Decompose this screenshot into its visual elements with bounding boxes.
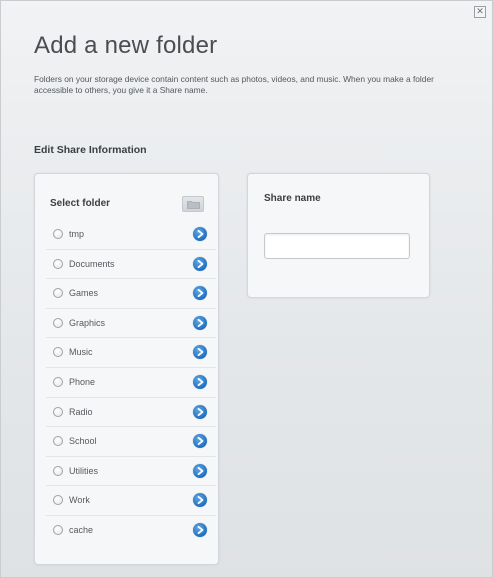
chevron-right-circle-icon[interactable] <box>193 227 207 241</box>
folder-label: Phone <box>69 376 96 387</box>
folder-row[interactable]: tmp <box>46 220 216 250</box>
dialog-description: Folders on your storage device contain c… <box>34 74 434 95</box>
chevron-right-circle-icon[interactable] <box>193 315 207 330</box>
folder-row[interactable]: Work <box>46 486 216 516</box>
chevron-right-circle-icon[interactable] <box>193 374 207 389</box>
folder-row[interactable]: Graphics <box>46 309 216 339</box>
folder-label: Radio <box>69 406 93 417</box>
folder-row[interactable]: Radio <box>46 398 216 428</box>
section-title: Edit Share Information <box>34 144 147 156</box>
folder-label: tmp <box>69 229 85 239</box>
folder-radio[interactable] <box>53 317 63 328</box>
folder-label: Documents <box>69 258 115 269</box>
folder-row[interactable]: Games <box>46 279 216 309</box>
chevron-right-circle-icon[interactable] <box>193 493 207 508</box>
folder-row[interactable]: Utilities <box>46 457 216 487</box>
folder-label: Music <box>69 347 93 358</box>
dialog-title: Add a new folder <box>34 32 218 59</box>
folder-label: Work <box>69 495 90 506</box>
folder-radio[interactable] <box>53 229 63 239</box>
chevron-right-circle-icon[interactable] <box>193 345 207 360</box>
folder-row[interactable]: School <box>46 427 216 457</box>
chevron-right-circle-icon[interactable] <box>193 404 207 419</box>
folder-label: cache <box>69 524 94 535</box>
folder-radio[interactable] <box>53 465 63 476</box>
chevron-right-circle-icon[interactable] <box>193 522 207 537</box>
chevron-right-circle-icon[interactable] <box>193 463 207 478</box>
folder-glyph <box>187 201 200 209</box>
folder-radio[interactable] <box>53 288 63 299</box>
folder-radio[interactable] <box>53 406 63 417</box>
folder-radio[interactable] <box>53 347 63 358</box>
share-name-title: Share name <box>264 193 321 204</box>
folder-radio[interactable] <box>53 436 63 447</box>
folder-radio[interactable] <box>53 524 63 535</box>
close-icon[interactable]: ✕ <box>474 6 486 18</box>
share-name-input[interactable] <box>264 233 410 259</box>
share-name-panel: Share name <box>247 173 430 298</box>
chevron-right-circle-icon[interactable] <box>193 256 207 271</box>
folder-radio[interactable] <box>53 258 63 269</box>
select-folder-title: Select folder <box>50 198 111 209</box>
folder-label: Utilities <box>69 465 99 476</box>
folder-radio[interactable] <box>53 495 63 506</box>
folder-row[interactable]: cache <box>46 516 216 546</box>
add-folder-dialog: ✕ Add a new folder Folders on your stora… <box>0 0 493 578</box>
folder-row[interactable]: Music <box>46 338 216 368</box>
folder-radio[interactable] <box>53 376 63 387</box>
folder-label: School <box>69 436 97 447</box>
chevron-right-circle-icon[interactable] <box>193 286 207 301</box>
folder-add-icon[interactable] <box>182 196 204 212</box>
folder-row[interactable]: Phone <box>46 368 216 398</box>
folder-label: Games <box>69 288 99 299</box>
chevron-right-circle-icon[interactable] <box>193 434 207 449</box>
folder-label: Graphics <box>69 317 106 328</box>
folder-list: tmp Documents Games Graphics Music Phone Radio… <box>46 220 216 546</box>
folder-row[interactable]: Documents <box>46 250 216 280</box>
select-folder-panel: Select folder tmp Documents Games Graphics M… <box>34 173 219 565</box>
